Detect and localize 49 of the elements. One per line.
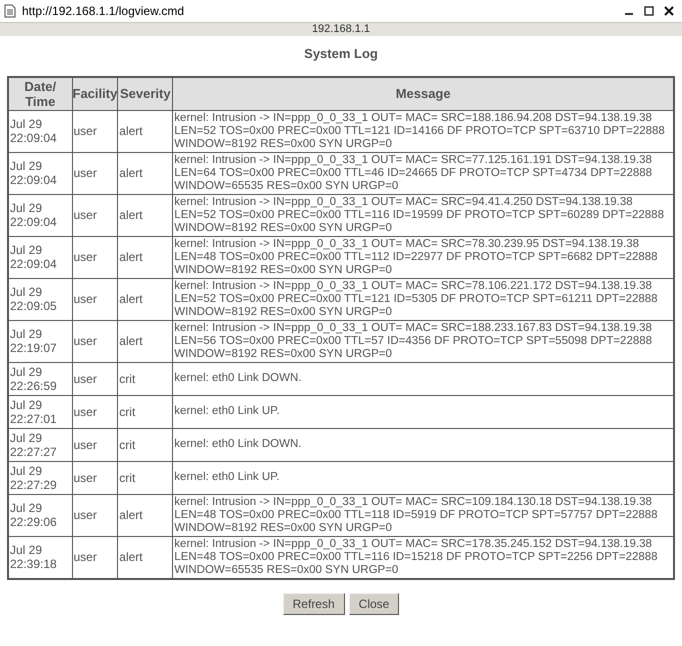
table-cell: Jul 29 22:27:01 bbox=[8, 395, 72, 428]
table-cell: alert bbox=[118, 536, 173, 578]
table-cell: user bbox=[72, 152, 118, 194]
close-icon[interactable] bbox=[664, 6, 674, 16]
table-cell: user bbox=[72, 494, 118, 536]
table-cell: Jul 29 22:39:18 bbox=[8, 536, 72, 578]
table-cell: user bbox=[72, 428, 118, 461]
table-cell: alert bbox=[118, 494, 173, 536]
page-heading: System Log bbox=[303, 45, 379, 63]
table-cell: crit bbox=[118, 428, 173, 461]
table-cell: crit bbox=[118, 461, 173, 494]
window-title: http://192.168.1.1/logview.cmd bbox=[22, 3, 184, 20]
table-cell: Jul 29 22:27:29 bbox=[8, 461, 72, 494]
maximize-icon[interactable] bbox=[644, 6, 654, 16]
table-cell: alert bbox=[118, 152, 173, 194]
table-cell: crit bbox=[118, 362, 173, 395]
table-cell: alert bbox=[118, 194, 173, 236]
table-cell: Jul 29 22:09:04 bbox=[8, 194, 72, 236]
table-cell: user bbox=[72, 536, 118, 578]
table-cell: crit bbox=[118, 395, 173, 428]
table-cell: user bbox=[72, 236, 118, 278]
table-cell: user bbox=[72, 320, 118, 362]
table-cell: user bbox=[72, 278, 118, 320]
dialog-button[interactable]: Close bbox=[348, 592, 400, 614]
column-header: Severity bbox=[118, 76, 173, 110]
table-cell: Jul 29 22:09:04 bbox=[8, 110, 72, 152]
table-cell: kernel: Intrusion -> IN=ppp_0_0_33_1 OUT= MAC= SRC=188.233.167.83 DST=94.138.19.38 LEN=56 TOS=0x00 PREC=0x00 TTL=57 ID=4356 DF PROTO=TCP SPT=55098 DPT=22888 WINDOW=8192 RES=0x00 SYN URGP=0 bbox=[172, 320, 674, 362]
table-cell: user bbox=[72, 461, 118, 494]
table-cell: Jul 29 22:19:07 bbox=[8, 320, 72, 362]
address-bar: 192.168.1.1 bbox=[0, 22, 682, 36]
table-cell: user bbox=[72, 194, 118, 236]
table-cell: alert bbox=[118, 320, 173, 362]
dialog-button[interactable]: Refresh bbox=[282, 592, 345, 614]
table-cell: Jul 29 22:29:06 bbox=[8, 494, 72, 536]
table-cell: user bbox=[72, 110, 118, 152]
column-header: Message bbox=[172, 76, 674, 110]
table-cell: Jul 29 22:09:05 bbox=[8, 278, 72, 320]
page-icon bbox=[4, 4, 16, 18]
table-cell: alert bbox=[118, 110, 173, 152]
table-cell: Jul 29 22:09:04 bbox=[8, 152, 72, 194]
table-cell: alert bbox=[118, 278, 173, 320]
table-cell: Jul 29 22:27:27 bbox=[8, 428, 72, 461]
table-cell: alert bbox=[118, 236, 173, 278]
table-cell: Jul 29 22:09:04 bbox=[8, 236, 72, 278]
table-cell: user bbox=[72, 362, 118, 395]
column-header: Date/ Time bbox=[8, 76, 72, 110]
table-cell: user bbox=[72, 395, 118, 428]
column-header: Facility bbox=[72, 76, 118, 110]
table-cell: Jul 29 22:26:59 bbox=[8, 362, 72, 395]
